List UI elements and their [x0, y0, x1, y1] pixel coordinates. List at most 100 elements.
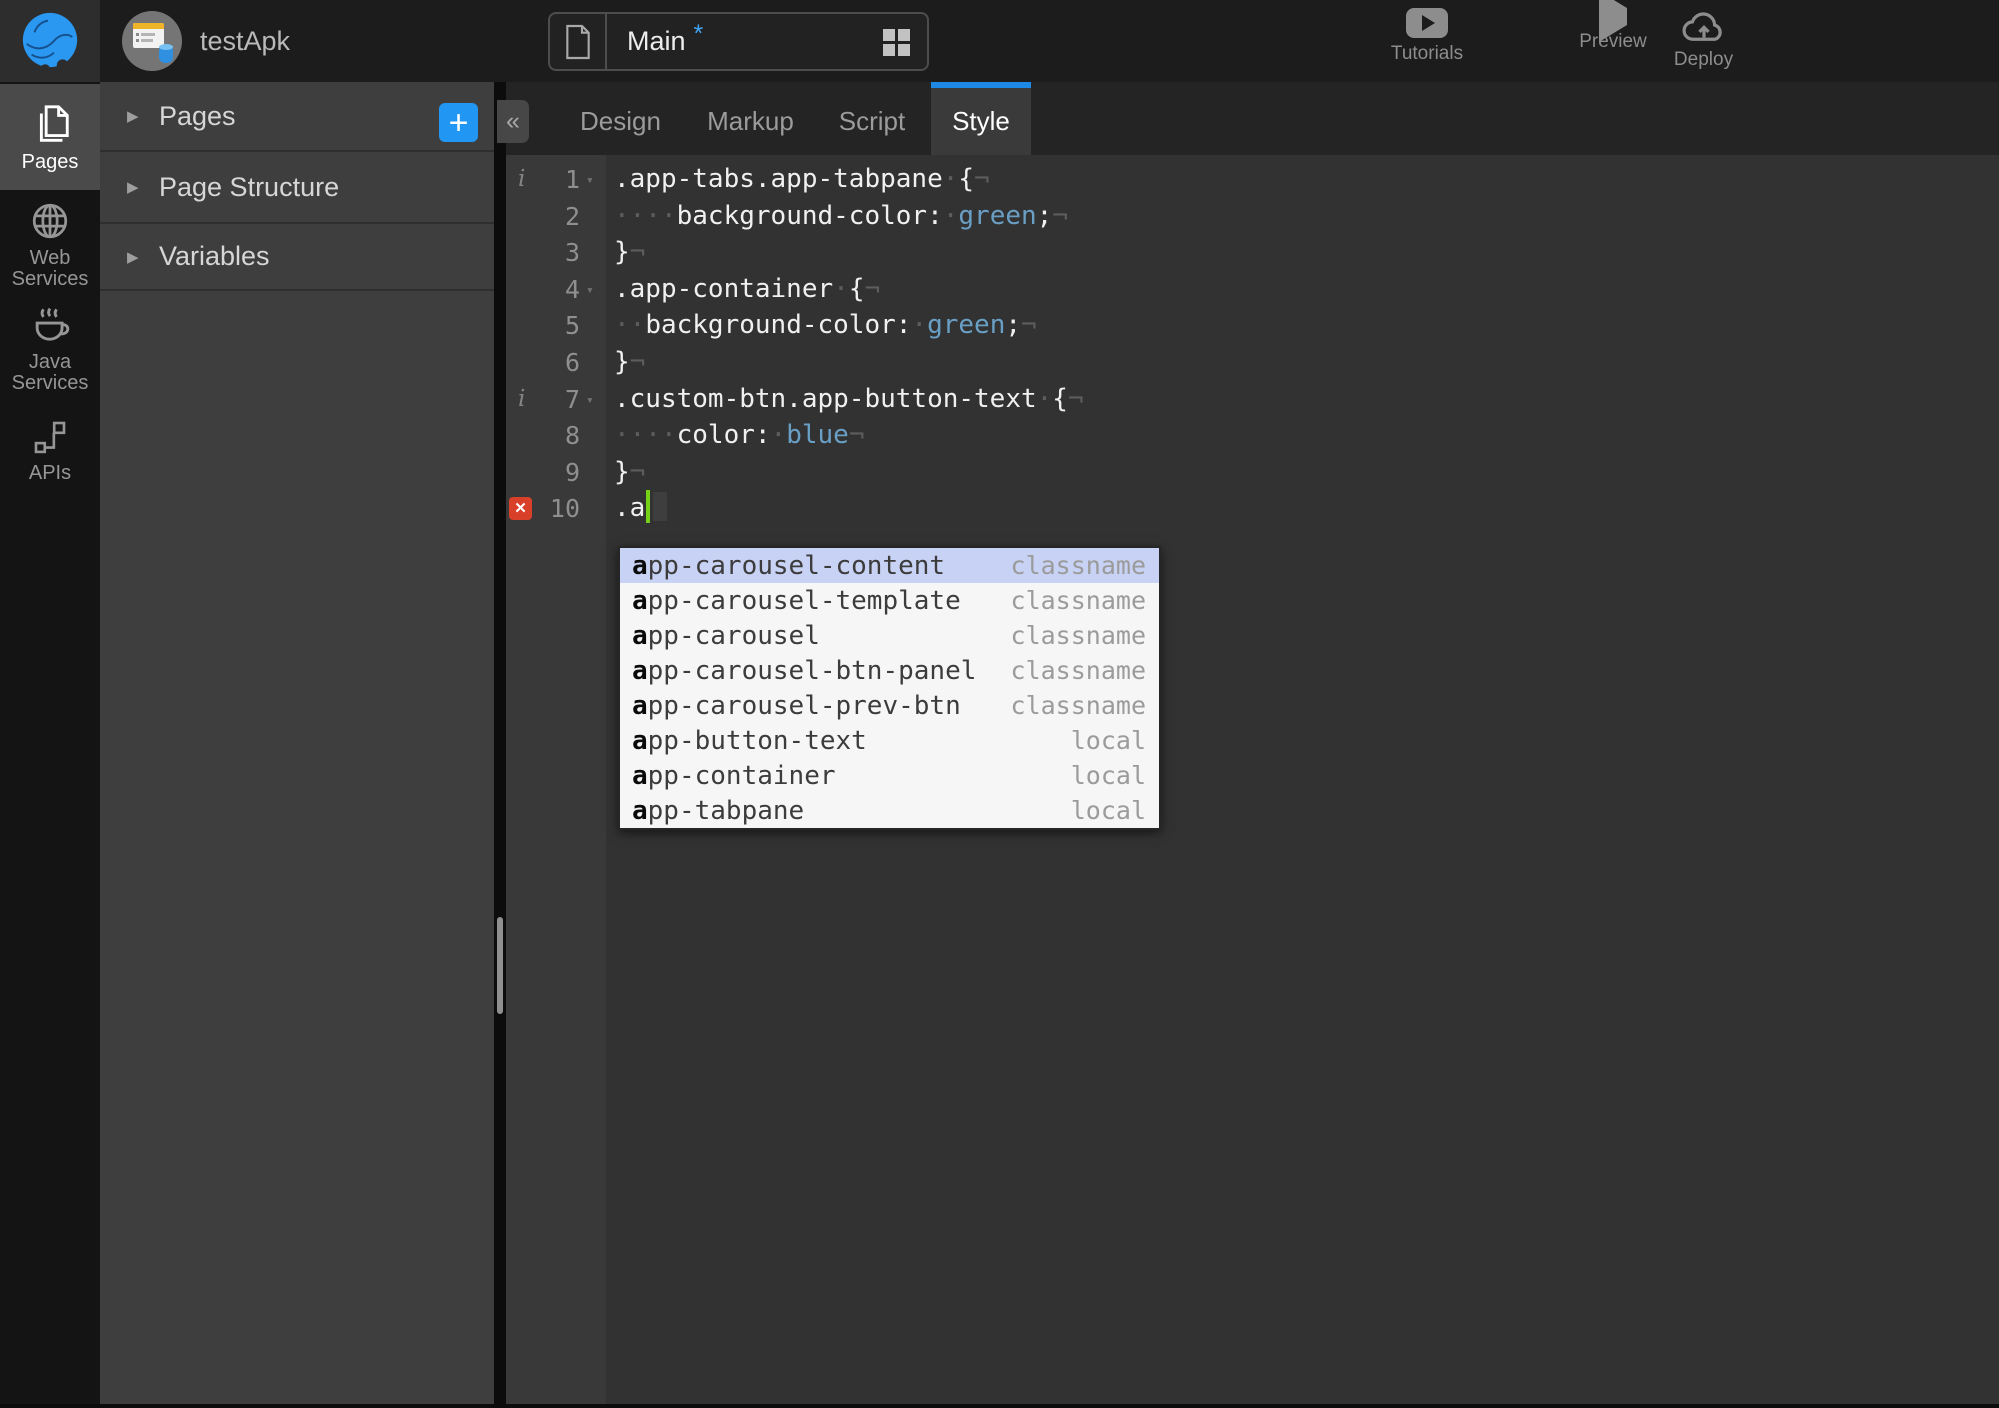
preview-label: Preview — [1579, 31, 1647, 52]
autocomplete-item[interactable]: a pp-carousel-template classname — [620, 583, 1159, 618]
code-text[interactable]: }¬ — [606, 234, 1999, 271]
tab-script[interactable]: Script — [813, 82, 931, 155]
gutter-cell: 9 — [506, 454, 606, 491]
expand-arrow-icon[interactable]: ▶ — [127, 248, 159, 266]
code-line-8[interactable]: 8 ····color:·blue¬ — [506, 417, 1999, 454]
autocomplete-item[interactable]: a pp-carousel-content classname — [620, 548, 1159, 583]
code-segment: } — [614, 456, 630, 487]
tab-style[interactable]: Style — [931, 82, 1031, 155]
app-builder-window: testApk Main * Tutorials Preview Deploy Pa… — [0, 0, 1999, 1408]
code-text[interactable]: }¬ — [606, 344, 1999, 381]
window-bottom-edge — [0, 1404, 1999, 1408]
ghost-char-box — [653, 492, 668, 522]
gutter-cell: 6 — [506, 344, 606, 381]
code-line-7[interactable]: i 7 ▾ .custom-btn.app-button-text·{¬ — [506, 381, 1999, 418]
code-text[interactable]: ····background-color:·green;¬ — [606, 198, 1999, 235]
code-line-10[interactable]: ✕ 10 .a — [506, 490, 1999, 527]
info-icon: i — [518, 385, 526, 412]
code-segment: ···· — [614, 200, 677, 231]
suggestion-meta: local — [1070, 761, 1146, 790]
fold-arrow-icon[interactable]: ▾ — [586, 162, 594, 199]
rail-item-web-services[interactable]: Web Services — [0, 198, 100, 290]
match-prefix: a — [632, 690, 648, 721]
line-number: 10 — [549, 494, 580, 524]
code-line-1[interactable]: i 1 ▾ .app-tabs.app-tabpane·{¬ — [506, 161, 1999, 198]
expand-arrow-icon[interactable]: ▶ — [127, 107, 159, 125]
code-line-6[interactable]: 6}¬ — [506, 344, 1999, 381]
expand-arrow-icon[interactable]: ▶ — [127, 178, 159, 196]
pages-icon — [27, 101, 73, 147]
line-number: 3 — [564, 238, 580, 268]
suggestion-text: pp-carousel — [647, 620, 820, 651]
autocomplete-item[interactable]: a pp-carousel classname — [620, 618, 1159, 653]
code-text[interactable]: .app-tabs.app-tabpane·{¬ — [606, 161, 1999, 198]
code-text[interactable]: .app-container·{¬ — [606, 271, 1999, 308]
code-segment: · — [911, 310, 928, 341]
rail-item-apis[interactable]: APIs — [0, 410, 100, 490]
gutter-cell: 2 — [506, 198, 606, 235]
code-segment: .a — [614, 493, 646, 524]
gutter-cell: 8 — [506, 417, 606, 454]
code-segment: green — [927, 310, 1006, 341]
rail-item-label: Pages — [21, 151, 79, 173]
preview-button[interactable]: Preview — [1563, 0, 1663, 53]
autocomplete-item[interactable]: a pp-tabpane local — [620, 793, 1159, 828]
brand-logo[interactable] — [0, 0, 100, 82]
code-text[interactable]: .a — [606, 490, 1999, 527]
rail-item-label: Java Services — [11, 350, 89, 394]
style-code-editor[interactable]: i 1 ▾ .app-tabs.app-tabpane·{¬ 2 ····backgrou… — [506, 155, 1999, 1404]
tab-design[interactable]: Design — [553, 82, 688, 155]
rail-item-pages[interactable]: Pages — [0, 84, 100, 190]
autocomplete-item[interactable]: a pp-container local — [620, 758, 1159, 793]
collapse-panel-button[interactable]: « — [497, 100, 529, 143]
match-prefix: a — [632, 585, 648, 616]
autocomplete-item[interactable]: a pp-carousel-btn-panel classname — [620, 653, 1159, 688]
code-line-4[interactable]: 4 ▾ .app-container·{¬ — [506, 271, 1999, 308]
file-icon — [550, 14, 607, 69]
code-segment: · — [942, 164, 959, 194]
code-segment: ¬ — [1052, 200, 1068, 231]
deploy-button[interactable]: Deploy — [1656, 8, 1751, 71]
code-line-5[interactable]: 5 ··background-color:·green;¬ — [506, 307, 1999, 344]
code-segment: ¬ — [629, 237, 646, 268]
add-page-button[interactable]: + — [439, 103, 478, 142]
suggestion-meta: local — [1070, 796, 1146, 825]
section-variables[interactable]: ▶ Variables — [100, 224, 494, 291]
gutter-cell: i 7 ▾ — [506, 381, 606, 418]
section-label: Pages — [159, 100, 236, 131]
code-text[interactable]: ····color:·blue¬ — [606, 417, 1999, 454]
suggestion-meta: classname — [1010, 621, 1146, 650]
tutorials-button[interactable]: Tutorials — [1357, 8, 1497, 65]
code-line-9[interactable]: 9}¬ — [506, 454, 1999, 491]
section-page-structure[interactable]: ▶ Page Structure — [100, 152, 494, 224]
pages-grid-icon[interactable] — [883, 29, 911, 57]
code-segment: · — [770, 420, 787, 451]
rail-item-java-services[interactable]: Java Services — [0, 298, 100, 396]
gutter-cell: i 1 ▾ — [506, 161, 606, 198]
autocomplete-item[interactable]: a pp-carousel-prev-btn classname — [620, 688, 1159, 723]
section-pages[interactable]: ▶ Pages — [100, 82, 494, 152]
panel-scrollbar-thumb[interactable] — [497, 917, 503, 1014]
text-cursor — [646, 490, 651, 524]
database-glyph — [159, 44, 173, 63]
fold-arrow-icon[interactable]: ▾ — [586, 272, 594, 309]
code-line-2[interactable]: 2 ····background-color:·green;¬ — [506, 198, 1999, 235]
code-segment: { — [1052, 383, 1068, 414]
editor-tab-bar: Design Markup Script Style — [506, 82, 1999, 155]
code-text[interactable]: .custom-btn.app-button-text·{¬ — [606, 381, 1999, 418]
tab-markup[interactable]: Markup — [688, 82, 813, 155]
code-text[interactable]: ··background-color:·green;¬ — [606, 307, 1999, 344]
line-number: 7 — [564, 384, 580, 414]
code-text[interactable]: }¬ — [606, 454, 1999, 491]
code-line-3[interactable]: 3 }¬ — [506, 234, 1999, 271]
suggestion-meta: classname — [1010, 656, 1146, 685]
fold-arrow-icon[interactable]: ▾ — [586, 382, 594, 419]
gutter-cell: 5 — [506, 307, 606, 344]
open-page-tab[interactable]: Main * — [548, 12, 929, 71]
project-info: testApk — [122, 0, 290, 82]
deploy-label: Deploy — [1673, 49, 1734, 70]
rail-item-label: APIs — [28, 462, 72, 484]
autocomplete-item[interactable]: a pp-button-text local — [620, 723, 1159, 758]
suggestion-meta: classname — [1010, 551, 1146, 580]
suggestion-meta: local — [1070, 726, 1146, 755]
